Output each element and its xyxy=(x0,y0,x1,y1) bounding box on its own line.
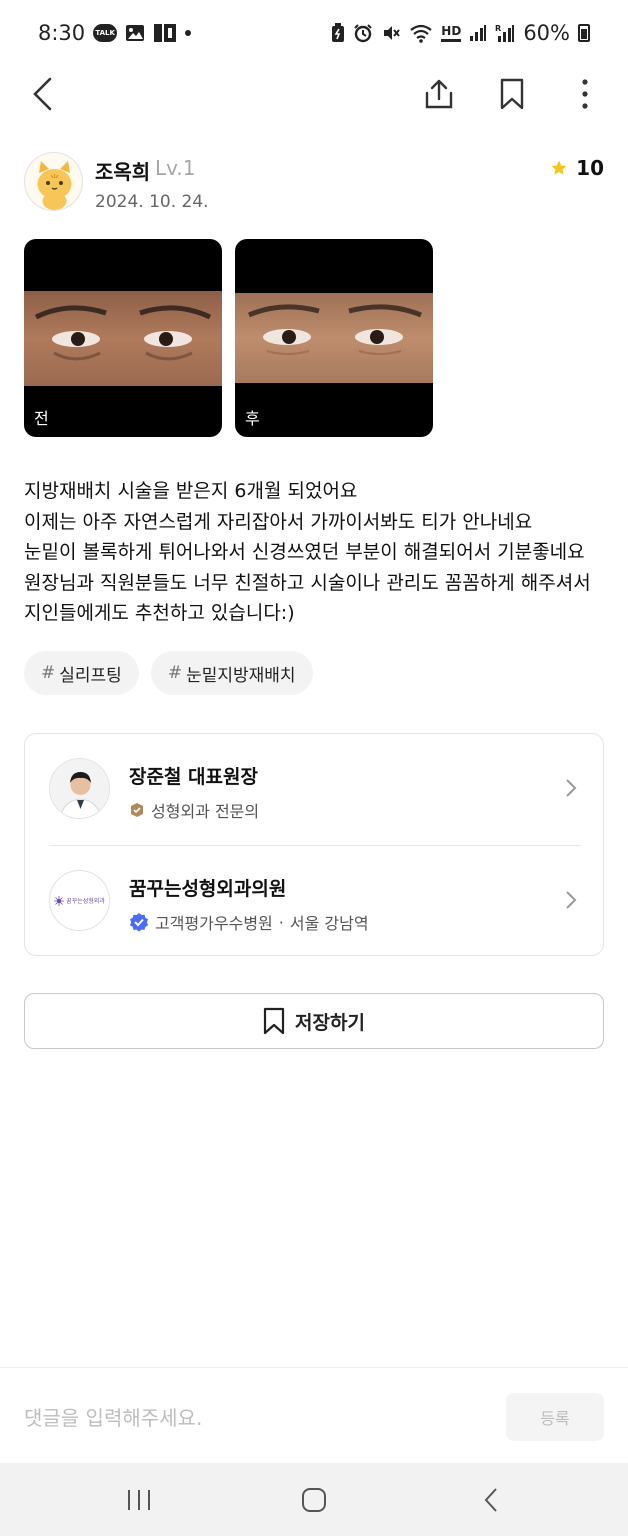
clinic-info: 고객평가우수병원 · 서울 강남역 xyxy=(129,910,369,934)
tag-list: # 실리프팅 # 눈밑지방재배치 xyxy=(24,651,313,695)
author-name[interactable]: 조옥희 xyxy=(95,156,150,185)
save-button[interactable]: 저장하기 xyxy=(24,993,604,1049)
chevron-right-icon xyxy=(566,891,577,909)
kakaotalk-icon: TALK xyxy=(93,24,118,42)
author-level: Lv.1 xyxy=(155,156,196,180)
wifi-icon xyxy=(409,23,433,43)
svg-text:R: R xyxy=(495,24,501,33)
more-button[interactable] xyxy=(563,72,607,116)
review-line: 눈밑이 볼록하게 튀어나와서 신경쓰였던 부분이 해결되어서 기분좋네요 xyxy=(24,541,585,564)
rating: 10 xyxy=(550,156,604,180)
clinic-row[interactable]: 꿈꾸는성형외과 꿈꾸는성형외과의원 고객평가우수병원 · 서울 강남역 xyxy=(49,860,581,940)
verified-badge-icon xyxy=(130,913,148,932)
alarm-icon xyxy=(353,23,373,43)
status-left: 8:30 TALK xyxy=(38,21,192,45)
hd-voice-icon: HD xyxy=(441,25,461,42)
system-nav-bar xyxy=(0,1463,628,1536)
after-eyes-image xyxy=(235,293,433,383)
tag-chip[interactable]: # 실리프팅 xyxy=(24,651,139,695)
app-bar xyxy=(0,66,628,120)
battery-icon xyxy=(578,24,590,42)
share-icon xyxy=(425,79,453,109)
recent-apps-button[interactable] xyxy=(119,1483,159,1517)
comment-input[interactable]: 댓글을 입력해주세요. xyxy=(24,1402,202,1431)
separator-dot: · xyxy=(278,912,284,932)
hd-voice-bar xyxy=(441,38,462,42)
doctor-name: 장준철 대표원장 xyxy=(129,766,258,788)
provider-card: 장준철 대표원장 성형외과 전문의 꿈꾸는성형외과 꿈꾸는성형외과의원 고객평가… xyxy=(24,733,604,956)
battery-percent: 60% xyxy=(523,21,570,45)
home-button[interactable] xyxy=(294,1483,334,1517)
recent-apps-icon xyxy=(128,1490,150,1510)
review-line: 원장님과 직원분들도 너무 친절하고 시술이나 관리도 꼼꼼하게 해주셔서 xyxy=(24,571,591,594)
star-icon xyxy=(551,160,567,175)
signal-icon xyxy=(469,24,487,42)
clinic-location: 서울 강남역 xyxy=(289,914,369,933)
tag-label: 눈밑지방재배치 xyxy=(186,665,296,686)
nav-back-button[interactable] xyxy=(471,1483,511,1517)
before-eyes-image xyxy=(24,291,222,386)
back-button[interactable] xyxy=(20,72,64,116)
doctor-row[interactable]: 장준철 대표원장 성형외과 전문의 xyxy=(49,748,581,828)
status-time: 8:30 xyxy=(38,21,86,45)
clinic-logo-icon xyxy=(54,895,65,906)
clinic-name: 꿈꾸는성형외과의원 xyxy=(129,878,287,900)
doctor-avatar xyxy=(49,758,110,819)
author-avatar[interactable] xyxy=(24,152,83,211)
home-icon xyxy=(302,1488,326,1512)
app-icon xyxy=(153,23,177,43)
share-button[interactable] xyxy=(417,72,461,116)
hd-label: HD xyxy=(441,23,462,38)
doctor-photo-icon xyxy=(50,759,109,818)
more-dot-icon xyxy=(185,30,192,36)
clinic-logo-text: 꿈꾸는성형외과 xyxy=(66,898,105,905)
more-vertical-icon xyxy=(582,79,588,109)
bookmark-icon xyxy=(500,78,524,110)
nav-back-icon xyxy=(484,1488,497,1512)
save-button-label: 저장하기 xyxy=(295,1011,365,1034)
after-photo[interactable]: 후 xyxy=(235,239,433,437)
review-line: 지방재배치 시술을 받은지 6개월 되었어요 xyxy=(24,480,358,502)
status-bar: 8:30 TALK HD R 60% xyxy=(0,0,628,66)
doctor-specialty-label: 성형외과 전문의 xyxy=(151,802,260,821)
clinic-logo: 꿈꾸는성형외과 xyxy=(49,870,110,931)
status-right: HD R 60% xyxy=(331,21,590,45)
back-icon xyxy=(33,77,52,111)
comment-bar: 댓글을 입력해주세요. 등록 xyxy=(0,1367,628,1463)
before-label: 전 xyxy=(34,409,49,428)
post-date: 2024. 10. 24. xyxy=(95,192,209,212)
hash-icon: # xyxy=(167,663,183,683)
after-label: 후 xyxy=(245,409,260,428)
before-photo[interactable]: 전 xyxy=(24,239,222,437)
clinic-badge-label: 고객평가우수병원 xyxy=(155,914,273,933)
specialist-badge-icon xyxy=(131,803,143,817)
chevron-right-icon xyxy=(566,779,577,797)
review-line: 이제는 아주 자연스럽게 자리잡아서 가까이서봐도 티가 안나네요 xyxy=(24,510,533,533)
card-divider xyxy=(49,845,581,846)
gallery-icon xyxy=(125,24,145,42)
cat-avatar-icon xyxy=(37,161,72,210)
review-line: 지인들에게도 추천하고 있습니다:) xyxy=(24,602,295,625)
signal-roaming-icon: R xyxy=(495,23,515,43)
mute-icon xyxy=(381,23,401,43)
battery-saver-icon xyxy=(331,23,345,43)
rating-value: 10 xyxy=(576,156,604,180)
review-text: 지방재배치 시술을 받은지 6개월 되었어요 이제는 아주 자연스럽게 자리잡아… xyxy=(24,476,608,629)
bookmark-button[interactable] xyxy=(490,72,534,116)
hash-icon: # xyxy=(41,663,56,683)
tag-label: 실리프팅 xyxy=(59,665,122,686)
bookmark-icon xyxy=(263,1007,285,1035)
tag-chip[interactable]: # 눈밑지방재배치 xyxy=(150,651,313,695)
author-header: 조옥희 Lv.1 2024. 10. 24. 10 xyxy=(24,152,604,212)
comment-submit-button[interactable]: 등록 xyxy=(506,1393,604,1441)
doctor-specialty: 성형외과 전문의 xyxy=(129,798,259,822)
